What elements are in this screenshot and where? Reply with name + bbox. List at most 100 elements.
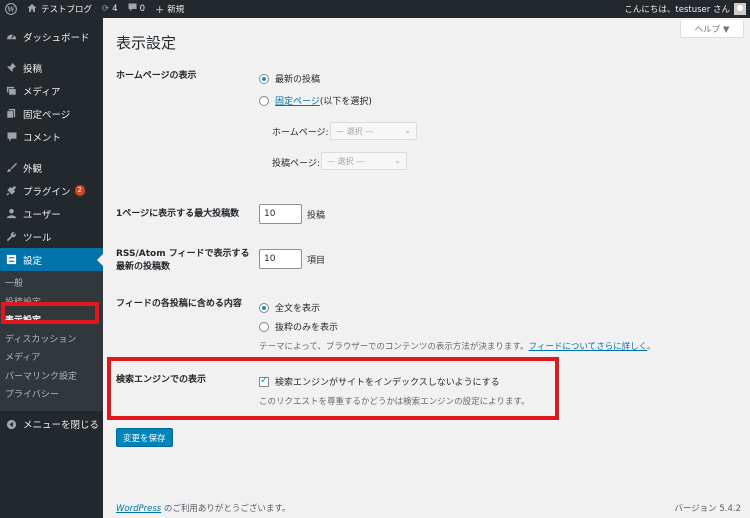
plus-icon: + <box>154 2 165 16</box>
menu-plugins-label: プラグイン <box>23 186 71 198</box>
updates-icon: ⟳ <box>102 4 110 14</box>
menu-posts[interactable]: 投稿 <box>0 56 103 79</box>
chevron-down-icon: ⌄ <box>394 156 401 165</box>
collapse-menu-label: メニューを閉じる <box>23 420 100 431</box>
static-page-link[interactable]: 固定ページ <box>275 94 320 107</box>
radio-summary[interactable] <box>259 321 269 332</box>
page-title: 表示設定 <box>116 34 177 52</box>
help-tab-button[interactable]: ヘルプ ▼ <box>680 20 744 38</box>
submenu-discussion[interactable]: ディスカッション <box>0 331 103 350</box>
option-summary-label: 抜粋のみを表示 <box>275 323 339 333</box>
admin-sidebar: ダッシュボード 投稿 メディア 固定ページ コメント 外観 プラグイン 2 ユー… <box>0 18 103 518</box>
static-page-suffix: (以下を選択) <box>319 97 372 107</box>
menu-media-label: メディア <box>23 86 61 98</box>
comments-link[interactable]: 0 <box>123 0 150 18</box>
feed-count-label: RSS/Atom フィードで表示する 最新の投稿数 <box>116 248 250 274</box>
postspage-select-label: 投稿ページ: <box>272 159 320 169</box>
main-content: ヘルプ ▼ 表示設定 ホームページの表示 最新の投稿 固定ページ (以下を選択)… <box>103 18 750 518</box>
collapse-icon <box>5 418 18 431</box>
menu-users-label: ユーザー <box>23 209 61 221</box>
collapse-menu-button[interactable]: メニューを閉じる <box>0 413 103 436</box>
menu-comments-label: コメント <box>23 132 62 144</box>
site-name: テストブログ <box>41 5 93 15</box>
wrench-icon <box>5 230 18 243</box>
site-name-link[interactable]: テストブログ <box>22 0 97 18</box>
wordpress-logo-icon[interactable]: W <box>0 0 22 18</box>
footer-thanks-text: のご利用ありがとうございます。 <box>161 504 291 514</box>
posts-per-page-label: 1ページに表示する最大投稿数 <box>116 209 240 219</box>
menu-posts-label: 投稿 <box>23 63 43 75</box>
new-label: 新規 <box>167 5 185 15</box>
option-static-page[interactable]: 固定ページ (以下を選択) <box>259 94 372 107</box>
paintbrush-icon <box>5 161 18 174</box>
menu-pages-label: 固定ページ <box>23 109 71 121</box>
feed-count-input[interactable]: 10 <box>259 249 302 269</box>
homepage-select[interactable]: — 選択 — ⌄ <box>330 122 417 140</box>
save-changes-button[interactable]: 変更を保存 <box>116 428 173 447</box>
menu-plugins[interactable]: プラグイン 2 <box>0 179 103 202</box>
submenu-media[interactable]: メディア <box>0 349 103 368</box>
homepage-select-label: ホームページ: <box>272 128 329 138</box>
menu-appearance[interactable]: 外観 <box>0 156 103 179</box>
media-icon <box>5 84 18 97</box>
option-latest-posts-label: 最新の投稿 <box>275 75 321 85</box>
option-latest-posts[interactable]: 最新の投稿 <box>259 72 320 85</box>
svg-text:W: W <box>6 5 15 13</box>
comment-icon <box>128 3 137 15</box>
menu-comments[interactable]: コメント <box>0 125 103 148</box>
pushpin-icon <box>5 61 18 74</box>
radio-full-text[interactable] <box>259 302 269 313</box>
feed-desc-suffix: 。 <box>647 342 656 352</box>
posts-per-page-input[interactable]: 10 <box>259 204 302 224</box>
feed-count-label-line2: 最新の投稿数 <box>116 262 171 272</box>
plugin-icon <box>5 184 18 197</box>
menu-appearance-label: 外観 <box>23 163 43 175</box>
updates-count: 4 <box>112 4 118 14</box>
comments-count: 0 <box>139 4 145 14</box>
submenu-permalinks[interactable]: パーマリンク設定 <box>0 368 103 387</box>
plugins-update-badge: 2 <box>74 185 85 196</box>
wordpress-link[interactable]: WordPress <box>116 504 161 514</box>
feed-learn-more-link[interactable]: フィードについてさらに詳しく <box>529 342 648 352</box>
feed-count-label-line1: RSS/Atom フィードで表示する <box>116 249 250 259</box>
posts-per-page-unit: 投稿 <box>307 210 326 221</box>
submenu-general[interactable]: 一般 <box>0 275 103 294</box>
submenu-privacy[interactable]: プライバシー <box>0 386 103 405</box>
menu-tools-label: ツール <box>23 232 52 244</box>
posts-per-page-field: 10 投稿 <box>259 204 325 224</box>
updates-link[interactable]: ⟳ 4 <box>97 0 123 18</box>
my-account[interactable]: こんにちは、testuser さん <box>624 0 750 18</box>
menu-settings[interactable]: 設定 <box>0 248 103 271</box>
menu-dashboard-label: ダッシュボード <box>23 32 90 44</box>
settings-icon <box>5 253 18 266</box>
admin-bar: W テストブログ ⟳ 4 0 + 新規 こんにちは、testuser さん <box>0 0 750 18</box>
feed-count-field: 10 項目 <box>259 249 325 269</box>
postspage-select-value: — 選択 — <box>327 156 365 166</box>
radio-latest-posts[interactable] <box>259 73 269 84</box>
menu-tools[interactable]: ツール <box>0 225 103 248</box>
highlight-box-submenu <box>1 302 99 324</box>
menu-media[interactable]: メディア <box>0 79 103 102</box>
feed-count-unit: 項目 <box>307 255 326 266</box>
feed-content-label: フィードの各投稿に含める内容 <box>116 299 242 309</box>
option-full-text[interactable]: 全文を表示 <box>259 301 320 314</box>
settings-submenu: 一般 投稿設定 表示設定 ディスカッション メディア パーマリンク設定 プライバ… <box>0 271 103 411</box>
feed-content-description: テーマによって、ブラウザーでのコンテンツの表示方法が決まります。フィードについて… <box>259 340 656 352</box>
greeting: こんにちは、testuser さん <box>624 5 730 15</box>
home-icon <box>27 3 37 16</box>
option-summary[interactable]: 抜粋のみを表示 <box>259 320 338 333</box>
menu-pages[interactable]: 固定ページ <box>0 102 103 125</box>
page-icon <box>5 107 18 120</box>
avatar <box>734 3 746 15</box>
footer-thanks: WordPress のご利用ありがとうございます。 <box>116 502 291 514</box>
feed-desc-prefix: テーマによって、ブラウザーでのコンテンツの表示方法が決まります。 <box>259 342 529 352</box>
homepage-select-value: — 選択 — <box>336 126 374 136</box>
homepage-display-label: ホームページの表示 <box>116 71 197 81</box>
menu-users[interactable]: ユーザー <box>0 202 103 225</box>
radio-static-page[interactable] <box>259 95 269 106</box>
new-content-link[interactable]: + 新規 <box>150 0 189 18</box>
dashboard-icon <box>5 30 18 43</box>
postspage-select[interactable]: — 選択 — ⌄ <box>321 152 407 170</box>
comments-icon <box>5 130 18 143</box>
menu-dashboard[interactable]: ダッシュボード <box>0 25 103 48</box>
